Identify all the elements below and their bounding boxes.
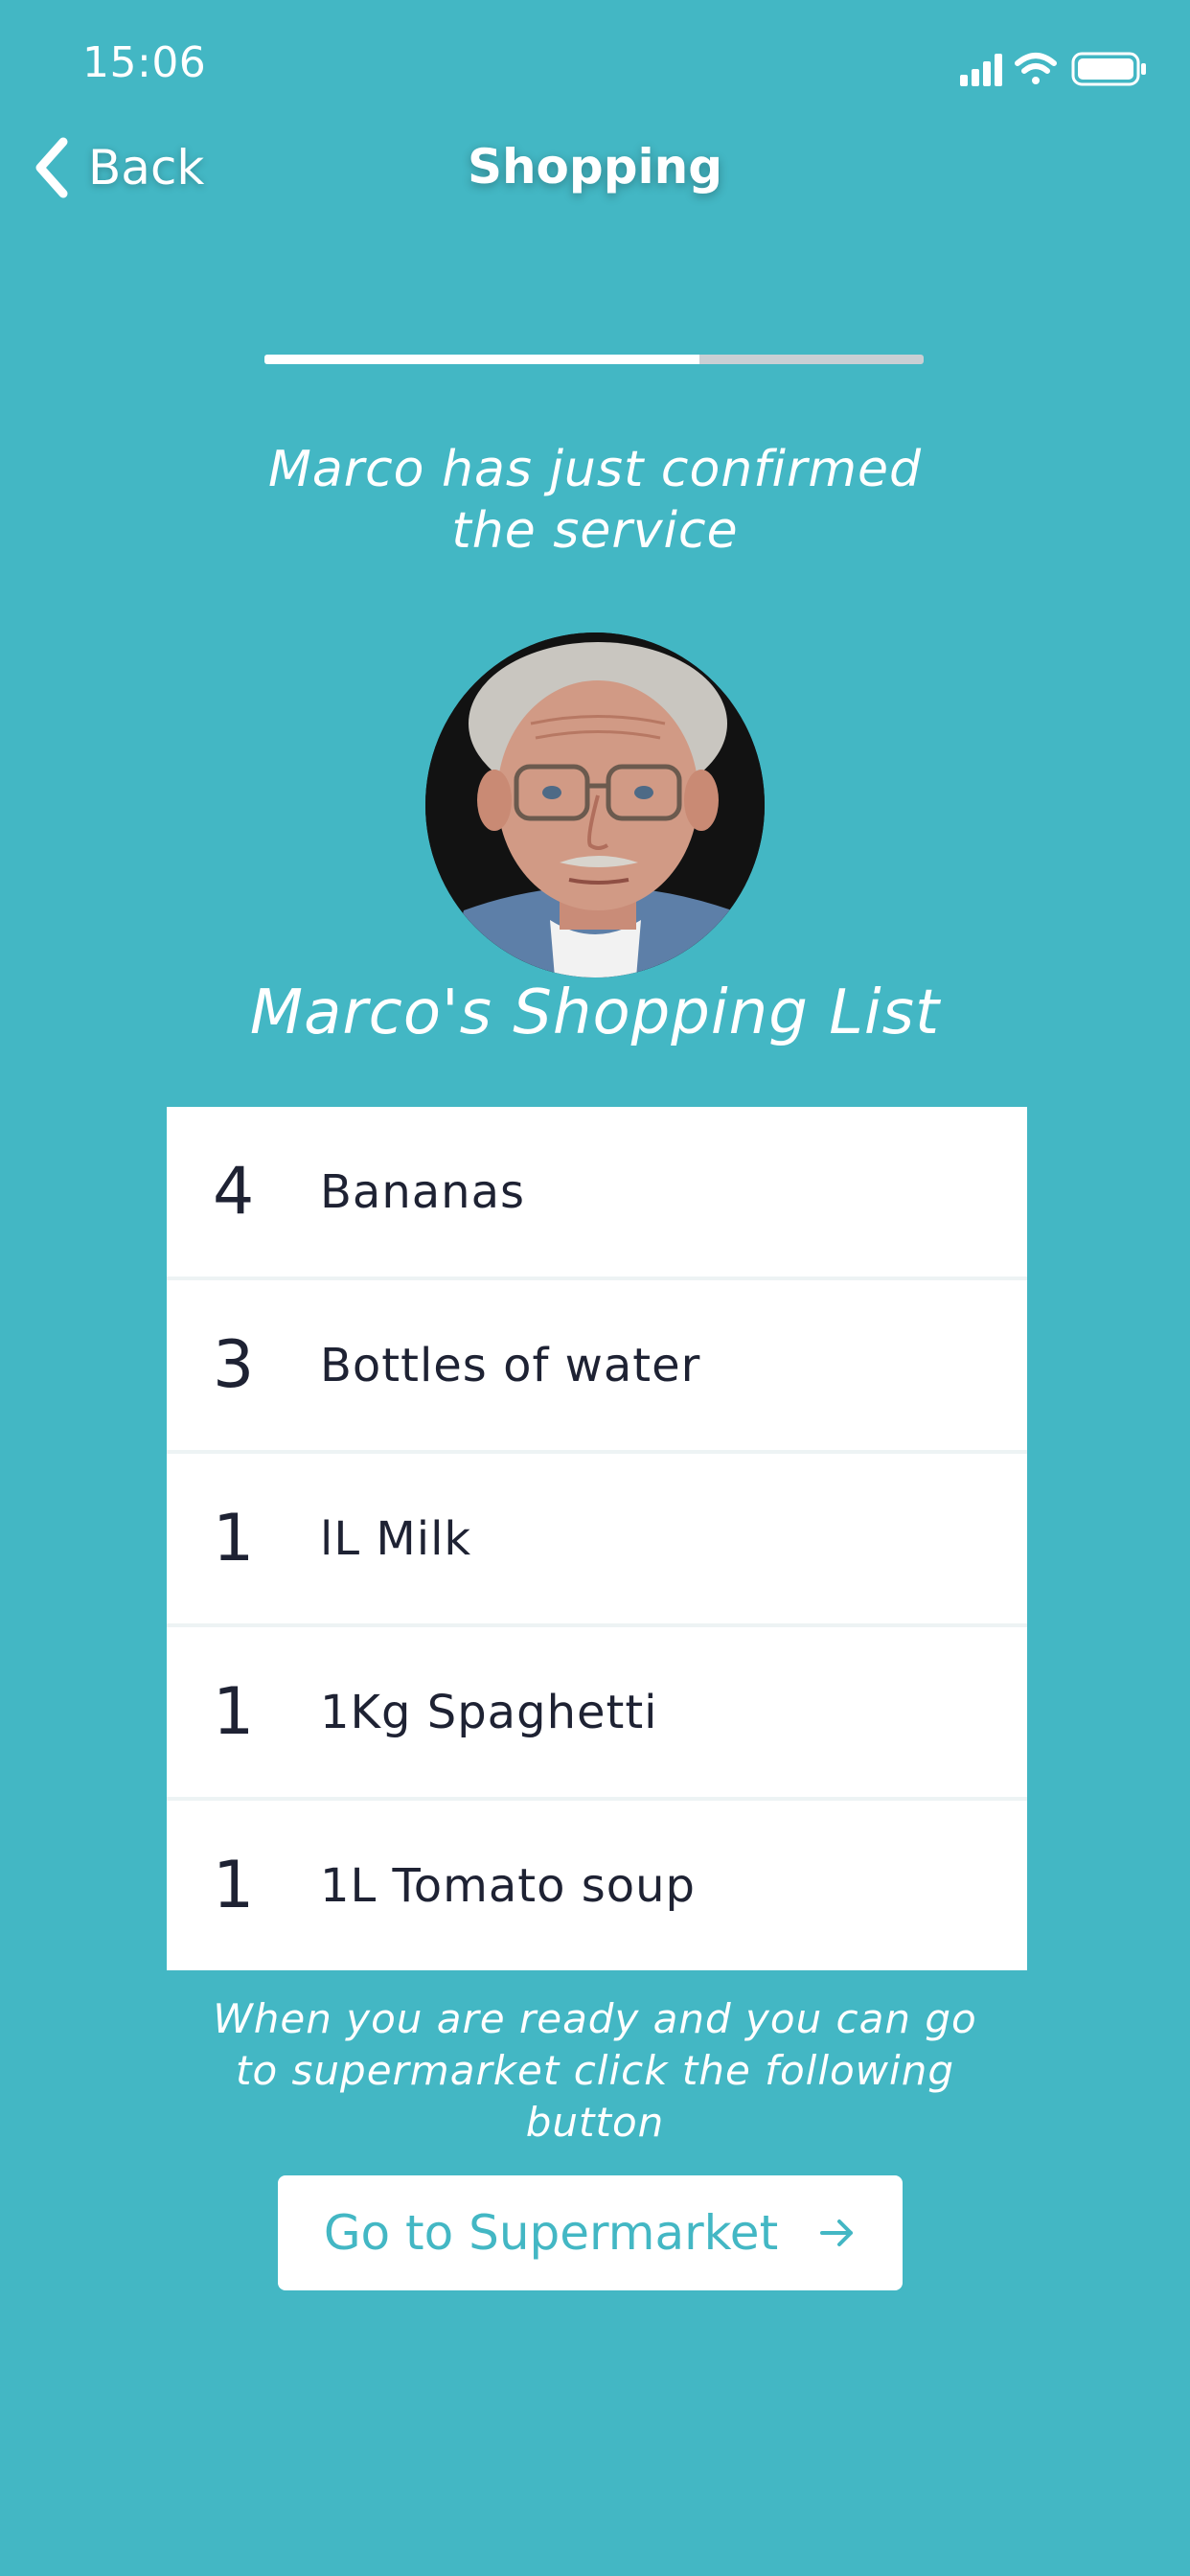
shopping-screen: 15:06 Back Shopping Marco has just confi… <box>0 0 1190 2576</box>
avatar <box>425 632 765 978</box>
status-icons-graphic <box>960 52 1146 86</box>
avatar-photo <box>425 632 765 978</box>
item-quantity: 1 <box>213 1674 255 1750</box>
list-item: 3 Bottles of water <box>167 1280 1027 1454</box>
confirmation-line-2: the service <box>451 502 739 560</box>
page-title: Shopping <box>467 139 723 195</box>
shopping-list: 4 Bananas 3 Bottles of water 1 lL Milk 1… <box>167 1107 1027 1970</box>
confirmation-line-1: Marco has just confirmed <box>267 441 923 498</box>
list-item: 1 1Kg Spaghetti <box>167 1627 1027 1801</box>
wifi-icon <box>1015 53 1057 84</box>
instructions-line-2: to supermarket click the following <box>236 2047 954 2094</box>
item-name: lL Milk <box>320 1511 472 1566</box>
go-to-supermarket-label: Go to Supermarket <box>323 2205 779 2261</box>
status-icons <box>960 50 1152 88</box>
arrow-right-icon <box>820 2220 854 2246</box>
list-item: 1 1L Tomato soup <box>167 1801 1027 1970</box>
status-time: 15:06 <box>82 38 207 87</box>
confirmation-message: Marco has just confirmed the service <box>144 439 1046 562</box>
item-name: Bottles of water <box>320 1338 701 1392</box>
item-quantity: 1 <box>213 1501 255 1576</box>
item-quantity: 1 <box>213 1848 255 1923</box>
progress-fill <box>264 355 700 364</box>
item-quantity: 4 <box>213 1154 255 1230</box>
item-quantity: 3 <box>213 1327 255 1403</box>
list-item: 4 Bananas <box>167 1107 1027 1280</box>
go-to-supermarket-button[interactable]: Go to Supermarket <box>278 2175 903 2290</box>
item-name: 1Kg Spaghetti <box>320 1685 658 1739</box>
item-name: Bananas <box>320 1164 526 1219</box>
instructions-line-1: When you are ready and you can go <box>213 1995 977 2042</box>
item-name: 1L Tomato soup <box>320 1858 696 1913</box>
cellular-signal-icon <box>960 54 1002 86</box>
battery-icon <box>1071 52 1146 86</box>
progress-bar <box>264 355 924 364</box>
shopping-list-title: Marco's Shopping List <box>249 978 941 1048</box>
instructions-line-3: button <box>525 2099 665 2146</box>
instructions-message: When you are ready and you can go to sup… <box>163 1993 1027 2149</box>
list-item: 1 lL Milk <box>167 1454 1027 1627</box>
